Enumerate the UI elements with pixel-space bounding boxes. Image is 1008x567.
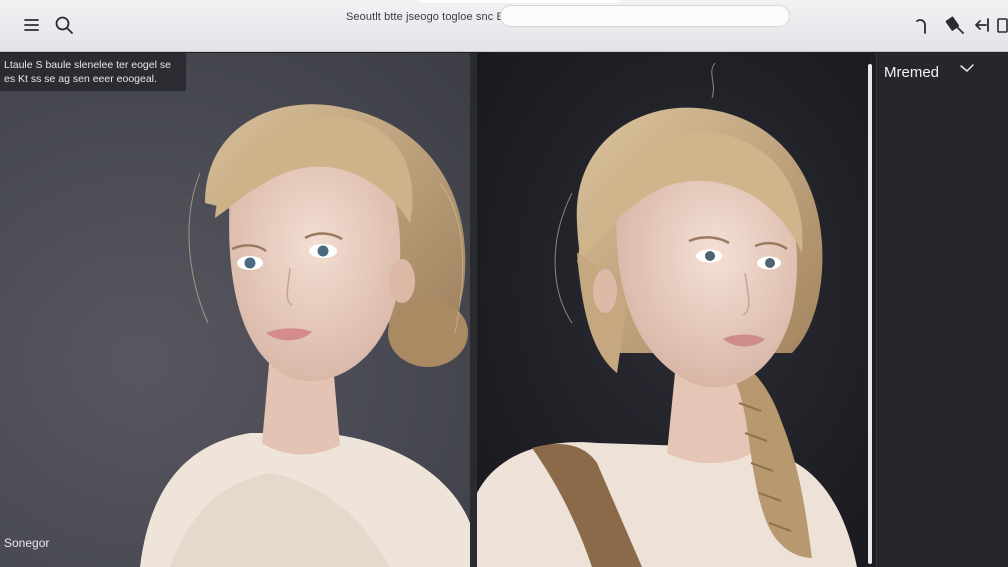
left-caption: Sonegor [4, 536, 50, 550]
back-arrow-icon[interactable] [970, 13, 994, 37]
info-line-1: Ltaule S baule slenelee ter eogel se [4, 59, 171, 71]
toolbar-highlight [420, 0, 620, 3]
portrait-image-left [140, 104, 470, 567]
menu-icon[interactable] [20, 13, 44, 37]
middle-image-panel[interactable] [477, 53, 870, 567]
info-line-2: es Kt ss se ag sen eeer eoogeal. [4, 73, 157, 85]
eraser-icon[interactable] [944, 13, 968, 37]
left-image-panel[interactable] [0, 53, 470, 567]
panel-icon[interactable] [996, 13, 1008, 37]
app-window: Seoutlt btte jseogo togloe snc Eit Btte … [0, 0, 1008, 567]
portrait-image-right [477, 62, 857, 567]
chevron-down-icon[interactable] [958, 62, 976, 76]
search-icon[interactable] [52, 13, 76, 37]
right-side-panel [876, 53, 1008, 567]
search-input[interactable] [500, 5, 790, 27]
right-panel-title[interactable]: Mremed [884, 64, 939, 81]
top-toolbar: Seoutlt btte jseogo togloe snc Eit Btte … [0, 0, 1008, 52]
panel-divider[interactable] [470, 53, 477, 567]
undo-icon[interactable] [910, 13, 934, 37]
vertical-scrollbar[interactable] [868, 64, 872, 564]
info-box: Ltaule S baule slenelee ter eogel se es … [0, 53, 186, 91]
